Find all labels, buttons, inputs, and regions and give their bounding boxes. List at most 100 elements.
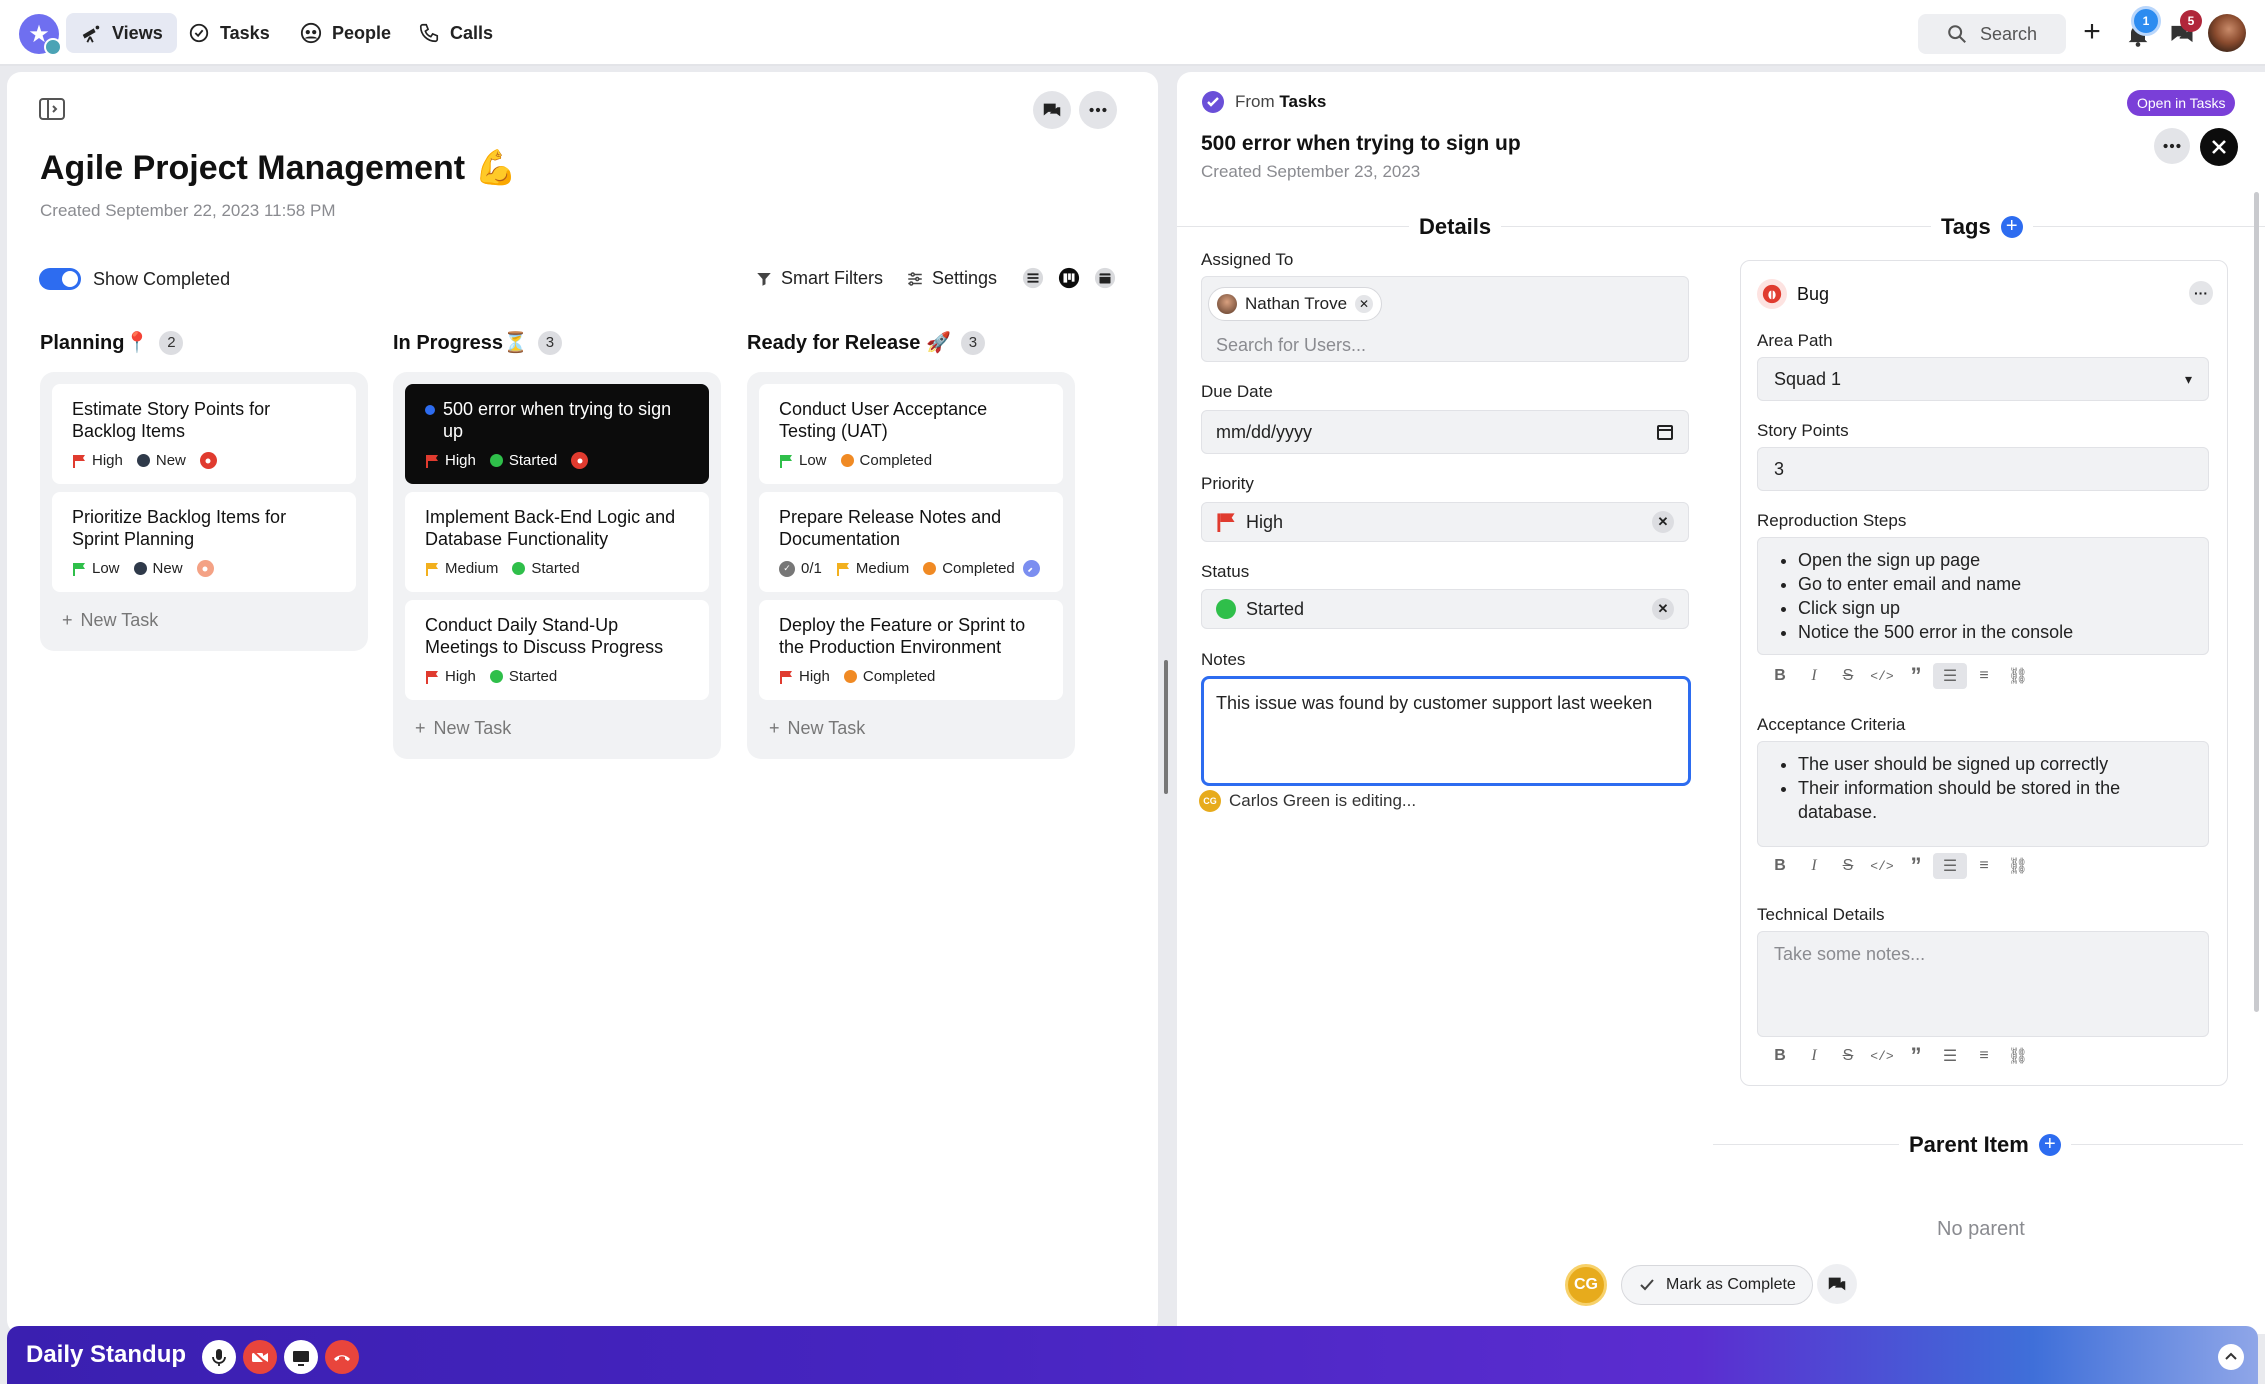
remove-assignee-icon[interactable]: ✕: [1355, 295, 1374, 313]
story-points-label: Story Points: [1757, 421, 1849, 440]
italic-icon[interactable]: I: [1797, 663, 1831, 689]
add-tag-button[interactable]: +: [2000, 216, 2023, 238]
show-completed-toggle[interactable]: Show Completed: [39, 268, 230, 290]
tag-more-button[interactable]: ···: [2189, 281, 2213, 305]
area-path-select[interactable]: Squad 1 ▾: [1757, 357, 2209, 401]
mark-complete-button[interactable]: Mark as Complete: [1621, 1265, 1813, 1305]
close-button[interactable]: [2200, 128, 2238, 166]
bold-icon[interactable]: B: [1763, 663, 1797, 689]
status-select[interactable]: Started ✕: [1201, 589, 1689, 629]
user-avatar[interactable]: [2208, 14, 2246, 52]
code-icon[interactable]: </>: [1865, 853, 1899, 879]
smart-filters-button[interactable]: Smart Filters: [755, 268, 883, 289]
due-date-input[interactable]: mm/dd/yyyy: [1201, 410, 1689, 454]
clear-status-icon[interactable]: ✕: [1652, 598, 1674, 620]
task-card[interactable]: Deploy the Feature or Sprint to the Prod…: [759, 600, 1063, 700]
link-icon[interactable]: ⛓: [2001, 1043, 2035, 1069]
bold-icon[interactable]: B: [1763, 853, 1797, 879]
numbered-list-icon[interactable]: ≡: [1967, 853, 2001, 879]
bullet-list-icon[interactable]: ☰: [1933, 1043, 1967, 1069]
task-card[interactable]: Implement Back-End Logic and Database Fu…: [405, 492, 709, 592]
filter-icon: [755, 270, 773, 288]
nav-tab-views[interactable]: Views: [66, 13, 177, 53]
technical-details-editor[interactable]: Take some notes...: [1757, 931, 2209, 1037]
code-icon[interactable]: </>: [1865, 1043, 1899, 1069]
new-task-button[interactable]: + New Task: [759, 708, 1063, 747]
new-task-button[interactable]: + New Task: [52, 600, 356, 639]
status-label: Status: [1201, 562, 1250, 581]
bullet-list-icon[interactable]: ☰: [1933, 663, 1967, 689]
board-view-button[interactable]: [1055, 264, 1083, 292]
search-users-input[interactable]: Search for Users...: [1208, 335, 1682, 356]
new-task-label: New Task: [80, 610, 159, 630]
quote-icon[interactable]: ”: [1899, 853, 1933, 879]
repro-steps-label: Reproduction Steps: [1757, 511, 1907, 530]
clear-priority-icon[interactable]: ✕: [1652, 511, 1674, 533]
task-card[interactable]: Prepare Release Notes and Documentation …: [759, 492, 1063, 592]
add-parent-button[interactable]: +: [2038, 1134, 2061, 1156]
collapse-call-button[interactable]: [2218, 1344, 2244, 1370]
current-user-avatar[interactable]: CG: [1565, 1264, 1607, 1306]
task-card[interactable]: Estimate Story Points for Backlog Items …: [52, 384, 356, 484]
nav-tab-calls[interactable]: Calls: [404, 13, 507, 53]
created-date: Created September 22, 2023 11:58 PM: [40, 201, 336, 220]
list-item: Go to enter email and name: [1798, 572, 2192, 596]
nav-tab-tasks[interactable]: Tasks: [174, 13, 284, 53]
calendar-icon[interactable]: [1656, 423, 1674, 441]
check-icon: [1638, 1276, 1656, 1294]
hang-up-button[interactable]: [325, 1340, 359, 1374]
camera-button[interactable]: [243, 1340, 277, 1374]
bullet-list-icon[interactable]: ☰: [1933, 853, 1967, 879]
strikethrough-icon[interactable]: S: [1831, 1043, 1865, 1069]
link-icon[interactable]: ⛓: [2001, 853, 2035, 879]
editor-avatar: CG: [1199, 790, 1221, 812]
nav-tab-people[interactable]: People: [286, 13, 405, 53]
board-more-button[interactable]: [1079, 91, 1117, 129]
numbered-list-icon[interactable]: ≡: [1967, 1043, 2001, 1069]
screen-share-button[interactable]: [284, 1340, 318, 1374]
new-task-button[interactable]: + New Task: [405, 708, 709, 747]
task-title: Prioritize Backlog Items for Sprint Plan…: [72, 507, 287, 549]
italic-icon[interactable]: I: [1797, 853, 1831, 879]
add-button[interactable]: +: [2076, 17, 2108, 49]
quote-icon[interactable]: ”: [1899, 1043, 1933, 1069]
global-search[interactable]: Search: [1918, 14, 2066, 54]
italic-icon[interactable]: I: [1797, 1043, 1831, 1069]
task-meta: High Completed: [779, 668, 1043, 685]
list-view-button[interactable]: [1019, 264, 1047, 292]
task-comments-button[interactable]: [1817, 1264, 1857, 1304]
task-more-button[interactable]: [2154, 128, 2190, 164]
numbered-list-icon[interactable]: ≡: [1967, 663, 2001, 689]
board-comments-button[interactable]: [1033, 91, 1071, 129]
panel-resize-handle[interactable]: [1164, 660, 1168, 794]
detail-scrollbar[interactable]: [2254, 192, 2259, 1012]
bug-icon: [1757, 279, 1787, 309]
acceptance-list: The user should be signed up correctly T…: [1774, 752, 2192, 824]
link-icon[interactable]: ⛓: [2001, 663, 2035, 689]
strikethrough-icon[interactable]: S: [1831, 663, 1865, 689]
toggle-switch[interactable]: [39, 268, 81, 290]
priority-select[interactable]: High ✕: [1201, 502, 1689, 542]
flag-icon: [426, 670, 438, 684]
bold-icon[interactable]: B: [1763, 1043, 1797, 1069]
settings-button[interactable]: Settings: [906, 268, 997, 289]
column-emoji: 🚀: [925, 332, 951, 354]
open-in-tasks-button[interactable]: Open in Tasks: [2127, 90, 2236, 116]
notes-textarea[interactable]: This issue was found by customer support…: [1201, 676, 1691, 786]
quote-icon[interactable]: ”: [1899, 663, 1933, 689]
repro-steps-editor[interactable]: Open the sign up page Go to enter email …: [1757, 537, 2209, 655]
task-card-selected[interactable]: 500 error when trying to sign up High St…: [405, 384, 709, 484]
status-dot: [489, 454, 503, 467]
task-card[interactable]: Conduct User Acceptance Testing (UAT) Lo…: [759, 384, 1063, 484]
nav-tab-label: People: [332, 22, 392, 43]
code-icon[interactable]: </>: [1865, 663, 1899, 689]
story-points-input[interactable]: 3: [1757, 447, 2209, 491]
assignee-field[interactable]: Nathan Trove ✕ Search for Users...: [1201, 276, 1689, 362]
strikethrough-icon[interactable]: S: [1831, 853, 1865, 879]
microphone-button[interactable]: [202, 1340, 236, 1374]
task-card[interactable]: Prioritize Backlog Items for Sprint Plan…: [52, 492, 356, 592]
sidebar-toggle-icon[interactable]: [39, 98, 65, 120]
task-card[interactable]: Conduct Daily Stand-Up Meetings to Discu…: [405, 600, 709, 700]
acceptance-criteria-editor[interactable]: The user should be signed up correctly T…: [1757, 741, 2209, 847]
calendar-view-button[interactable]: [1091, 264, 1119, 292]
